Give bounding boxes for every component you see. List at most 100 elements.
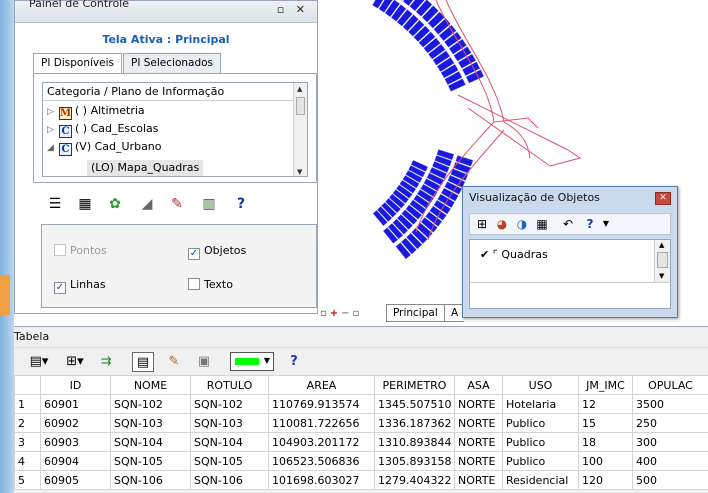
tree-item-mapa-quadras[interactable]: (LO) Mapa_Quadras	[87, 160, 204, 176]
checkbox-checked-icon[interactable]: ✓	[54, 282, 66, 294]
dropdown-arrow-icon[interactable]: ▼	[264, 356, 270, 365]
help-icon[interactable]: ?	[284, 352, 304, 372]
tree-item-cad-urbano[interactable]: ◢ C (V) Cad_Urbano	[47, 140, 162, 156]
color-wheel-icon[interactable]: ◑	[514, 216, 530, 232]
table-cell[interactable]: 110081.722656	[268, 413, 375, 433]
scroll-down-icon[interactable]: ▼	[297, 168, 302, 176]
checkbox-box[interactable]	[54, 244, 66, 256]
column-header[interactable]: NOME	[110, 375, 191, 395]
objetos-checkbox[interactable]: ✓ Objetos	[188, 244, 246, 260]
table-cell[interactable]: 15	[578, 413, 633, 433]
legend-icon[interactable]: ▥	[199, 194, 219, 214]
control-panel-titlebar[interactable]: Painel de Controle ▫ ✕	[15, 0, 317, 23]
table-cell[interactable]: Residencial	[502, 470, 579, 490]
column-header[interactable]: ID	[40, 375, 111, 395]
table-cell[interactable]: 110769.913574	[268, 394, 375, 414]
table-cell[interactable]: SQN-104	[110, 432, 191, 452]
table-cell[interactable]: 1345.507510	[374, 394, 455, 414]
scroll-down-icon[interactable]: ▼	[659, 272, 664, 280]
table-cell[interactable]: Publico	[502, 413, 579, 433]
table-cell[interactable]: 60904	[40, 451, 111, 471]
table-cell[interactable]: 1336.187362	[374, 413, 455, 433]
scroll-up-icon[interactable]: ▲	[659, 241, 664, 249]
checkmark-icon[interactable]: ✔	[480, 248, 489, 261]
table-icon[interactable]: ▦	[534, 216, 550, 232]
expand-arrow-icon[interactable]: ▷	[47, 125, 57, 135]
table-cell[interactable]: SQN-103	[190, 413, 269, 433]
undo-icon[interactable]: ↶	[560, 216, 576, 232]
table-cell[interactable]: SQN-106	[190, 470, 269, 490]
table-cell[interactable]: 60903	[40, 432, 111, 452]
column-header[interactable]: ROTULO	[190, 375, 269, 395]
table-cell[interactable]: SQN-105	[190, 451, 269, 471]
visual-icon[interactable]: ✿	[105, 194, 125, 214]
table-cell[interactable]: 1305.893158	[374, 451, 455, 471]
table-cell[interactable]: 400	[632, 451, 708, 471]
column-header[interactable]: USO	[502, 375, 579, 395]
column-header[interactable]: OPULAC	[632, 375, 708, 395]
tab-pi-selecionados[interactable]: PI Selecionados	[123, 53, 222, 74]
export-icon[interactable]: ⇉	[96, 352, 116, 372]
table-cell[interactable]: 18	[578, 432, 633, 452]
color-palette-icon[interactable]: ◕	[494, 216, 510, 232]
table-cell[interactable]: 60901	[40, 394, 111, 414]
table-cell[interactable]: Publico	[502, 451, 579, 471]
table-cell[interactable]: 100	[578, 451, 633, 471]
table-cell[interactable]: Publico	[502, 432, 579, 452]
checkbox-checked-icon[interactable]: ✓	[188, 248, 200, 260]
table-cell[interactable]: 12	[578, 394, 633, 414]
table-cell[interactable]: 1279.404322	[374, 470, 455, 490]
edit-pencil-icon[interactable]: ✎	[167, 194, 187, 214]
tree-item-cad-escolas[interactable]: ▷ C( ) Cad_Escolas	[47, 122, 158, 138]
view-nav-icons[interactable]: ▫+−▫	[320, 308, 362, 319]
tree-view-icon[interactable]: ⊞	[474, 216, 490, 232]
table-row[interactable]: 3 60903 SQN-104 SQN-104 104903.201172 13…	[14, 432, 708, 452]
tab-pi-disponiveis[interactable]: PI Disponíveis	[33, 53, 122, 75]
select-icon[interactable]: ⊞▾	[60, 352, 90, 372]
checkbox-box[interactable]	[188, 278, 200, 290]
texto-checkbox[interactable]: Texto	[188, 278, 233, 291]
table-cell[interactable]: 1310.893844	[374, 432, 455, 452]
collapse-arrow-icon[interactable]: ◢	[47, 143, 57, 153]
row-number[interactable]: 4	[14, 451, 41, 471]
pontos-checkbox[interactable]: Pontos	[54, 244, 107, 257]
table-row[interactable]: 4 60904 SQN-105 SQN-105 106523.506836 13…	[14, 451, 708, 471]
table-row[interactable]: 2 60902 SQN-103 SQN-103 110081.722656 13…	[14, 413, 708, 433]
table-cell[interactable]: Hotelaria	[502, 394, 579, 414]
linhas-checkbox[interactable]: ✓ Linhas	[54, 278, 106, 294]
table-cell[interactable]: SQN-102	[110, 394, 191, 414]
table-cell[interactable]: 106523.506836	[268, 451, 375, 471]
dropdown-arrow-icon[interactable]: ▼	[598, 216, 614, 232]
tab-view-principal[interactable]: Principal	[386, 304, 445, 322]
chart-icon[interactable]: ◢	[137, 194, 157, 214]
table-view-icon[interactable]: ▤	[132, 352, 154, 372]
tree-item-altimetria[interactable]: ▷ M( ) Altimetria	[47, 104, 145, 120]
help-icon[interactable]: ?	[582, 216, 598, 232]
table-cell[interactable]: 101698.603027	[268, 470, 375, 490]
table-cell[interactable]: SQN-102	[190, 394, 269, 414]
scroll-thumb[interactable]	[657, 252, 668, 268]
column-header[interactable]: AREA	[268, 375, 375, 395]
save-icon[interactable]: ▣	[194, 352, 214, 372]
table-row[interactable]: 5 60905 SQN-106 SQN-106 101698.603027 12…	[14, 470, 708, 490]
table-cell[interactable]: NORTE	[454, 413, 503, 433]
table-row[interactable]: 1 60901 SQN-102 SQN-102 110769.913574 13…	[14, 394, 708, 414]
query-icon[interactable]: ▤▾	[24, 352, 54, 372]
row-number[interactable]: 5	[14, 470, 41, 490]
column-header[interactable]: PERIMETRO	[374, 375, 455, 395]
table-cell[interactable]: 250	[632, 413, 708, 433]
scroll-thumb[interactable]	[296, 97, 305, 115]
help-icon[interactable]: ?	[231, 194, 251, 214]
tree-scrollbar[interactable]: ▲ ▼	[293, 83, 307, 176]
table-cell[interactable]: 60902	[40, 413, 111, 433]
column-header[interactable]: JM_IMC	[578, 375, 633, 395]
table-cell[interactable]: SQN-105	[110, 451, 191, 471]
scroll-up-icon[interactable]: ▲	[297, 85, 302, 93]
table-cell[interactable]: SQN-104	[190, 432, 269, 452]
edit-icon[interactable]: ✎	[164, 352, 184, 372]
line-color-picker[interactable]: ▼	[230, 352, 274, 371]
table-cell[interactable]: SQN-106	[110, 470, 191, 490]
table-cell[interactable]: 60905	[40, 470, 111, 490]
table-cell[interactable]: 3500	[632, 394, 708, 414]
properties-icon[interactable]: ▦	[75, 194, 95, 214]
